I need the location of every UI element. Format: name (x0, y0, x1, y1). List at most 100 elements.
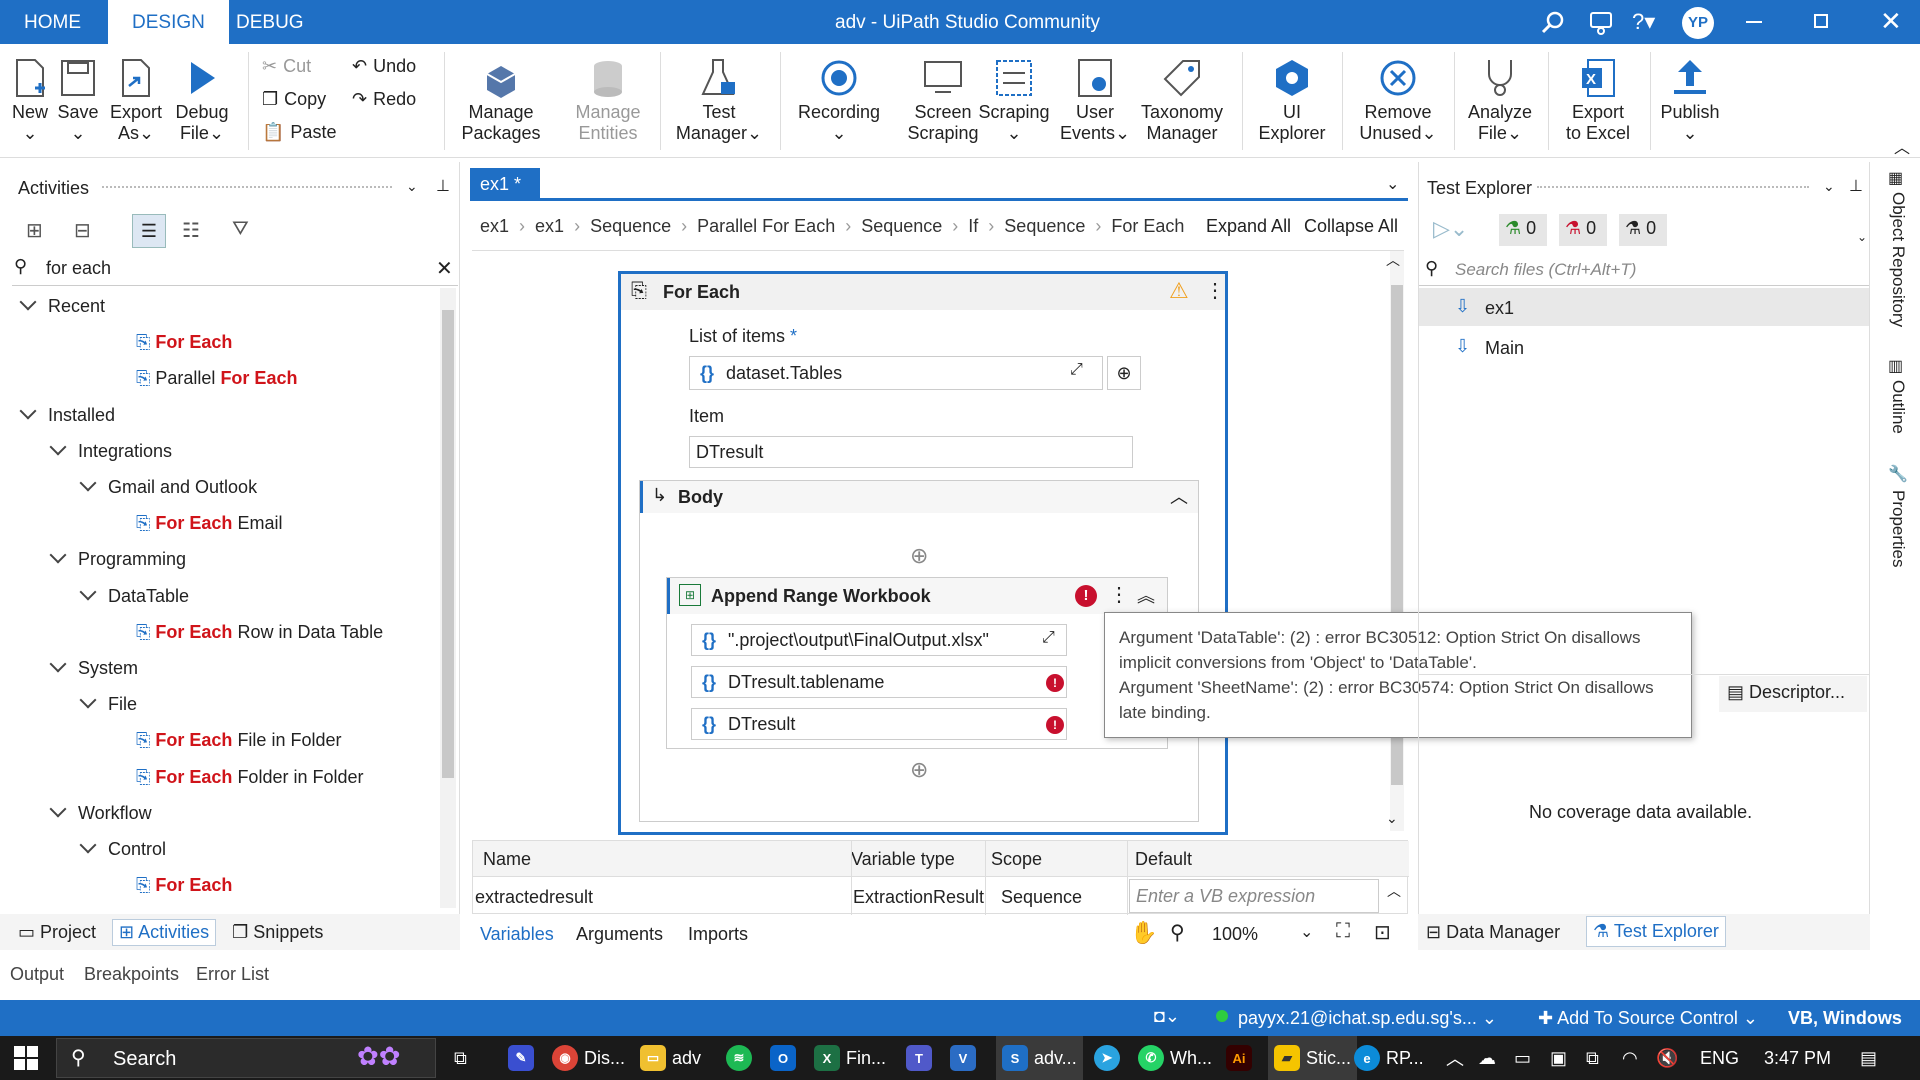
tab-home[interactable]: HOME (0, 0, 105, 44)
chevron-down-icon[interactable] (19, 293, 37, 311)
drag-handle[interactable] (1537, 186, 1809, 192)
clock[interactable]: 3:47 PM (1764, 1036, 1831, 1080)
canvas-scrollbar[interactable] (1390, 251, 1404, 831)
add-item-button[interactable]: ⊕ (1107, 356, 1141, 390)
user-events-button[interactable]: User Events⌄ (1058, 54, 1132, 144)
tab-variables[interactable]: Variables (480, 924, 554, 945)
tree-group[interactable]: Control (79, 836, 166, 860)
error-icon[interactable]: ! (1075, 584, 1097, 607)
copy-button[interactable]: ❐ Copy (262, 89, 326, 110)
tab-object-repository[interactable]: Object Repository (1888, 192, 1908, 327)
datatable-field[interactable]: {} DTresult! (691, 708, 1067, 740)
task-view-icon[interactable]: ⧉ (454, 1036, 467, 1080)
chevron-down-icon[interactable] (19, 402, 37, 420)
tree-activity[interactable]: ⎘ For Each File in Folder (136, 730, 341, 751)
workbook-path-field[interactable]: {} ".project\output\FinalOutput.xlsx" ⤢ (691, 624, 1067, 656)
battery-icon[interactable]: ▭ (1514, 1036, 1531, 1080)
overview-icon[interactable]: ⊡ (1374, 920, 1391, 945)
redo-button[interactable]: ↷ Redo (352, 89, 416, 110)
breadcrumb-item[interactable]: Sequence (1004, 216, 1085, 237)
clear-search-icon[interactable]: ✕ (436, 256, 453, 281)
scroll-up-icon[interactable]: ︿ (1387, 881, 1401, 901)
designer-canvas[interactable]: ⎘ For Each ⚠ ⋮ List of items * {} dataset… (472, 250, 1404, 835)
file-item-main[interactable]: ⇩ Main (1419, 328, 1869, 366)
visio-app[interactable]: V (950, 1036, 976, 1080)
onedrive-icon[interactable]: ☁ (1478, 1036, 1496, 1080)
panel-dropdown-icon[interactable]: ⌄ (406, 178, 418, 195)
tab-debug[interactable]: DEBUG (212, 0, 328, 44)
overflow-icon[interactable]: ⌄ (1857, 230, 1867, 244)
export-as-button[interactable]: Export As⌄ (106, 54, 166, 144)
wifi-icon[interactable]: ◠ (1622, 1036, 1638, 1080)
show-descriptions-icon[interactable]: ☰ (132, 214, 166, 248)
test-manager-button[interactable]: Test Manager⌄ (674, 54, 764, 144)
scroll-up-icon[interactable]: ︿ (1386, 250, 1400, 270)
search-input[interactable]: for each (46, 258, 111, 279)
more-options-icon[interactable]: ⋮ (1205, 278, 1225, 303)
zoom-dropdown-icon[interactable]: ⌄ (1300, 922, 1313, 942)
zoom-level[interactable]: 100% (1212, 924, 1258, 945)
tree-group[interactable]: Integrations (49, 438, 172, 462)
search-box[interactable]: ⚲ for each ✕ (12, 254, 458, 286)
panel-dropdown-icon[interactable]: ⌄ (1823, 178, 1835, 195)
expand-all-icon[interactable]: ⊞ (26, 218, 43, 243)
add-activity-icon[interactable]: ⊕ (910, 543, 928, 569)
breadcrumb-item[interactable]: Sequence (590, 216, 671, 237)
tree-activity[interactable]: ⎘ For Each (136, 875, 232, 896)
zoom-search-icon[interactable]: ⚲ (1170, 920, 1185, 945)
scraping-button[interactable]: Scraping ⌄ (974, 54, 1054, 144)
tree-group[interactable]: System (49, 655, 138, 679)
start-button[interactable] (14, 1036, 38, 1080)
more-options-icon[interactable]: ⋮ (1109, 582, 1129, 607)
tray-expand-icon[interactable]: ︿ (1446, 1036, 1464, 1080)
variable-type[interactable]: ExtractionResult (853, 887, 984, 908)
new-button[interactable]: New ⌄ (8, 54, 52, 144)
taxonomy-manager-button[interactable]: Taxonomy Manager (1136, 54, 1228, 144)
chevron-down-icon[interactable] (79, 474, 97, 492)
tab-imports[interactable]: Imports (688, 924, 748, 945)
add-activity-icon[interactable]: ⊕ (910, 757, 928, 783)
tree-activity[interactable]: ⎘ For Each Folder in Folder (136, 767, 364, 788)
volume-muted-icon[interactable]: 🔇 (1656, 1036, 1678, 1080)
manage-entities-button[interactable]: Manage Entities (562, 54, 654, 144)
tab-output[interactable]: Output (10, 964, 64, 985)
search-icon[interactable] (1540, 10, 1566, 41)
uipath-app[interactable]: Sadv... (996, 1036, 1083, 1080)
collapse-ribbon-icon[interactable]: ︿ (1894, 134, 1910, 158)
test-search-box[interactable]: ⚲ Search files (Ctrl+Alt+T) (1419, 254, 1869, 286)
teams-app[interactable]: T (906, 1036, 932, 1080)
variable-scope[interactable]: Sequence (1001, 887, 1082, 908)
sheet-name-field[interactable]: {} DTresult.tablename! (691, 666, 1067, 698)
taskbar-search[interactable]: ⚲ Search ✿✿ (56, 1038, 436, 1078)
tree-activity[interactable]: ⎘ For Each Row in Data Table (136, 622, 383, 643)
chevron-down-icon[interactable] (79, 583, 97, 601)
expand-editor-icon[interactable]: ⤢ (1070, 361, 1083, 379)
pin-icon[interactable]: ⊥ (1849, 176, 1863, 196)
language-indicator[interactable]: ENG (1700, 1036, 1739, 1080)
item-field[interactable]: DTresult (689, 436, 1133, 468)
error-icon[interactable]: ! (1046, 713, 1064, 734)
publish-button[interactable]: Publish ⌄ (1652, 54, 1728, 144)
run-tests-icon[interactable]: ▷⌄ (1433, 216, 1468, 242)
tree-group[interactable]: DataTable (79, 583, 189, 607)
tree-activity[interactable]: ⎘ For Each (136, 332, 232, 353)
pin-icon[interactable]: ⊥ (436, 176, 450, 196)
passed-count[interactable]: ⚗ 0 (1499, 214, 1547, 246)
expand-all-link[interactable]: Expand All (1206, 216, 1291, 237)
collapse-body-icon[interactable]: ︿ (1170, 483, 1188, 509)
filter-icon[interactable]: ⛛ (232, 218, 249, 241)
chevron-down-icon[interactable] (49, 546, 67, 564)
notifications-icon[interactable]: ▤ (1860, 1036, 1877, 1080)
tab-descriptor[interactable]: ▤ Descriptor... (1719, 676, 1867, 712)
breadcrumb-item[interactable]: For Each (1111, 216, 1184, 237)
list-view-icon[interactable]: ☷ (182, 218, 200, 243)
tab-properties[interactable]: Properties (1888, 490, 1908, 567)
collapse-all-link[interactable]: Collapse All (1304, 216, 1398, 237)
breadcrumb-item[interactable]: ex1 (480, 216, 509, 237)
help-icon[interactable]: ?▾ (1632, 9, 1655, 35)
tab-arguments[interactable]: Arguments (576, 924, 663, 945)
tab-project[interactable]: ▭ Project (18, 922, 96, 943)
drag-handle[interactable] (102, 186, 392, 192)
scrollbar-thumb[interactable] (442, 310, 454, 778)
display-icon[interactable]: ⧉ (1586, 1036, 1599, 1080)
